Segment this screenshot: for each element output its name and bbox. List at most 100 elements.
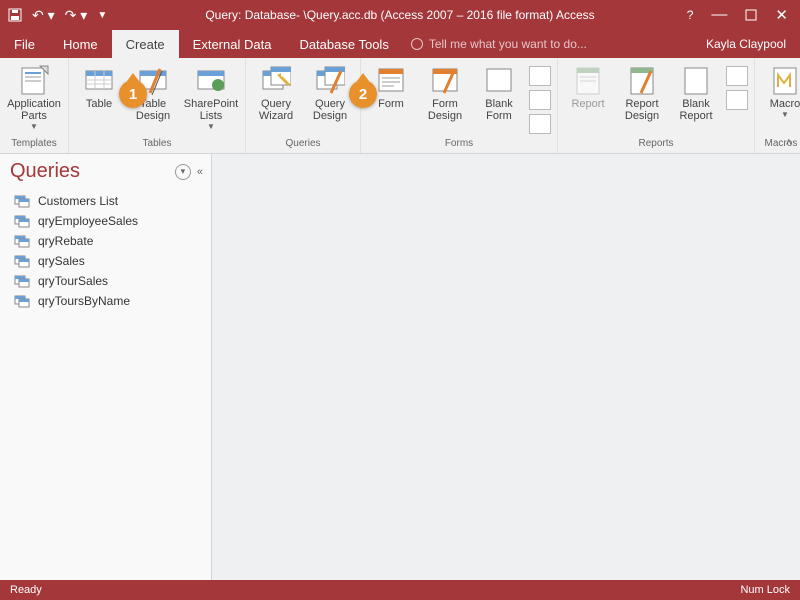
more-forms-button[interactable] — [529, 114, 551, 134]
query-icon — [14, 214, 30, 228]
status-numlock: Num Lock — [740, 584, 790, 596]
report-design-icon — [626, 64, 658, 96]
qat-customize-icon[interactable]: ▼ — [97, 10, 107, 21]
forms-more — [529, 62, 551, 134]
nav-collapse-icon[interactable]: « — [197, 166, 203, 178]
group-forms: Form Form Design Blank Form Forms 2 — [361, 58, 558, 153]
form-design-button[interactable]: Form Design — [421, 62, 469, 122]
query-icon — [14, 194, 30, 208]
menu-file[interactable]: File — [0, 30, 49, 58]
nav-list: Customers List qryEmployeeSales qryRebate q… — [0, 187, 211, 315]
macro-button[interactable]: Macro ▼ — [761, 62, 800, 119]
application-parts-icon — [18, 64, 50, 96]
menu-create[interactable]: Create — [112, 30, 179, 58]
blank-report-button[interactable]: Blank Report — [672, 62, 720, 122]
macro-icon — [769, 64, 800, 96]
maximize-button[interactable] — [745, 9, 757, 21]
nav-item[interactable]: qryRebate — [0, 231, 211, 251]
nav-filter-dropdown[interactable]: ▾ — [175, 164, 191, 180]
report-wizard-button[interactable] — [726, 66, 748, 86]
menu-home[interactable]: Home — [49, 30, 112, 58]
undo-icon[interactable]: ↶ ▾ — [32, 7, 55, 24]
menu-database-tools[interactable]: Database Tools — [285, 30, 402, 58]
navigation-button[interactable] — [529, 90, 551, 110]
group-reports: Report Report Design Blank Report Report… — [558, 58, 755, 153]
macro-label: Macro — [770, 98, 800, 110]
application-parts-label: Application Parts — [7, 98, 61, 122]
group-templates-label: Templates — [11, 138, 57, 151]
report-icon — [572, 64, 604, 96]
nav-item-label: qryRebate — [38, 234, 93, 248]
query-wizard-label: Query Wizard — [259, 98, 293, 122]
blank-form-icon — [483, 64, 515, 96]
ribbon: Application Parts ▼ Templates Table Tabl… — [0, 58, 800, 154]
blank-form-button[interactable]: Blank Form — [475, 62, 523, 122]
status-left: Ready — [10, 584, 42, 596]
reports-more — [726, 62, 748, 110]
blank-report-icon — [680, 64, 712, 96]
blank-form-label: Blank Form — [485, 98, 513, 122]
query-design-button[interactable]: Query Design — [306, 62, 354, 122]
bulb-icon — [411, 38, 423, 50]
form-label: Form — [378, 98, 404, 110]
nav-item-label: qrySales — [38, 254, 85, 268]
sharepoint-lists-icon — [195, 64, 227, 96]
nav-item-label: qryTourSales — [38, 274, 108, 288]
nav-item[interactable]: qryEmployeeSales — [0, 211, 211, 231]
query-wizard-icon — [260, 64, 292, 96]
report-button[interactable]: Report — [564, 62, 612, 110]
user-name[interactable]: Kayla Claypool — [706, 30, 800, 58]
nav-item-label: qryEmployeeSales — [38, 214, 138, 228]
blank-report-label: Blank Report — [679, 98, 712, 122]
status-bar: Ready Num Lock — [0, 580, 800, 600]
body: Queries ▾ « Customers List qryEmployeeSal… — [0, 154, 800, 580]
nav-item-label: qryToursByName — [38, 294, 130, 308]
collapse-ribbon-icon[interactable]: ˄ — [786, 137, 792, 149]
callout-1: 1 — [119, 80, 147, 108]
query-icon — [14, 274, 30, 288]
menu-bar: File Home Create External Data Database … — [0, 30, 800, 58]
sharepoint-lists-button[interactable]: SharePoint Lists ▼ — [183, 62, 239, 131]
table-button[interactable]: Table — [75, 62, 123, 110]
group-queries: Query Wizard Query Design Queries — [246, 58, 361, 153]
form-wizard-button[interactable] — [529, 66, 551, 86]
table-label: Table — [86, 98, 112, 110]
tell-me-search[interactable]: Tell me what you want to do... — [411, 30, 587, 58]
save-icon[interactable] — [8, 8, 22, 22]
title-bar: ↶ ▾ ↷ ▾ ▼ Query: Database- \Query.acc.db… — [0, 0, 800, 30]
nav-item[interactable]: Customers List — [0, 191, 211, 211]
minimize-button[interactable]: — — [711, 6, 727, 24]
group-templates: Application Parts ▼ Templates — [0, 58, 69, 153]
group-macros-label: Macros & Code — [765, 138, 800, 151]
tell-me-placeholder: Tell me what you want to do... — [429, 37, 587, 51]
window-title: Query: Database- \Query.acc.db (Access 2… — [0, 8, 800, 22]
group-forms-label: Forms — [445, 138, 473, 151]
labels-button[interactable] — [726, 90, 748, 110]
query-wizard-button[interactable]: Query Wizard — [252, 62, 300, 122]
document-area — [212, 154, 800, 580]
query-design-label: Query Design — [313, 98, 347, 122]
query-icon — [14, 294, 30, 308]
sharepoint-lists-label: SharePoint Lists — [184, 98, 238, 122]
report-label: Report — [571, 98, 604, 110]
nav-title[interactable]: Queries — [10, 160, 175, 183]
nav-item[interactable]: qrySales — [0, 251, 211, 271]
nav-item[interactable]: qryToursByName — [0, 291, 211, 311]
callout-2: 2 — [349, 80, 377, 108]
query-icon — [14, 234, 30, 248]
group-tables-label: Tables — [143, 138, 172, 151]
query-icon — [14, 254, 30, 268]
redo-icon[interactable]: ↷ ▾ — [65, 7, 88, 24]
help-icon[interactable]: ? — [687, 8, 694, 22]
menu-external-data[interactable]: External Data — [179, 30, 286, 58]
nav-item[interactable]: qryTourSales — [0, 271, 211, 291]
group-macros: Macro ▼ Macros & Code — [755, 58, 800, 153]
form-design-label: Form Design — [428, 98, 462, 122]
query-design-icon — [314, 64, 346, 96]
form-icon — [375, 64, 407, 96]
close-button[interactable]: ✕ — [775, 6, 788, 24]
report-design-button[interactable]: Report Design — [618, 62, 666, 122]
form-design-icon — [429, 64, 461, 96]
application-parts-button[interactable]: Application Parts ▼ — [6, 62, 62, 131]
group-reports-label: Reports — [638, 138, 673, 151]
